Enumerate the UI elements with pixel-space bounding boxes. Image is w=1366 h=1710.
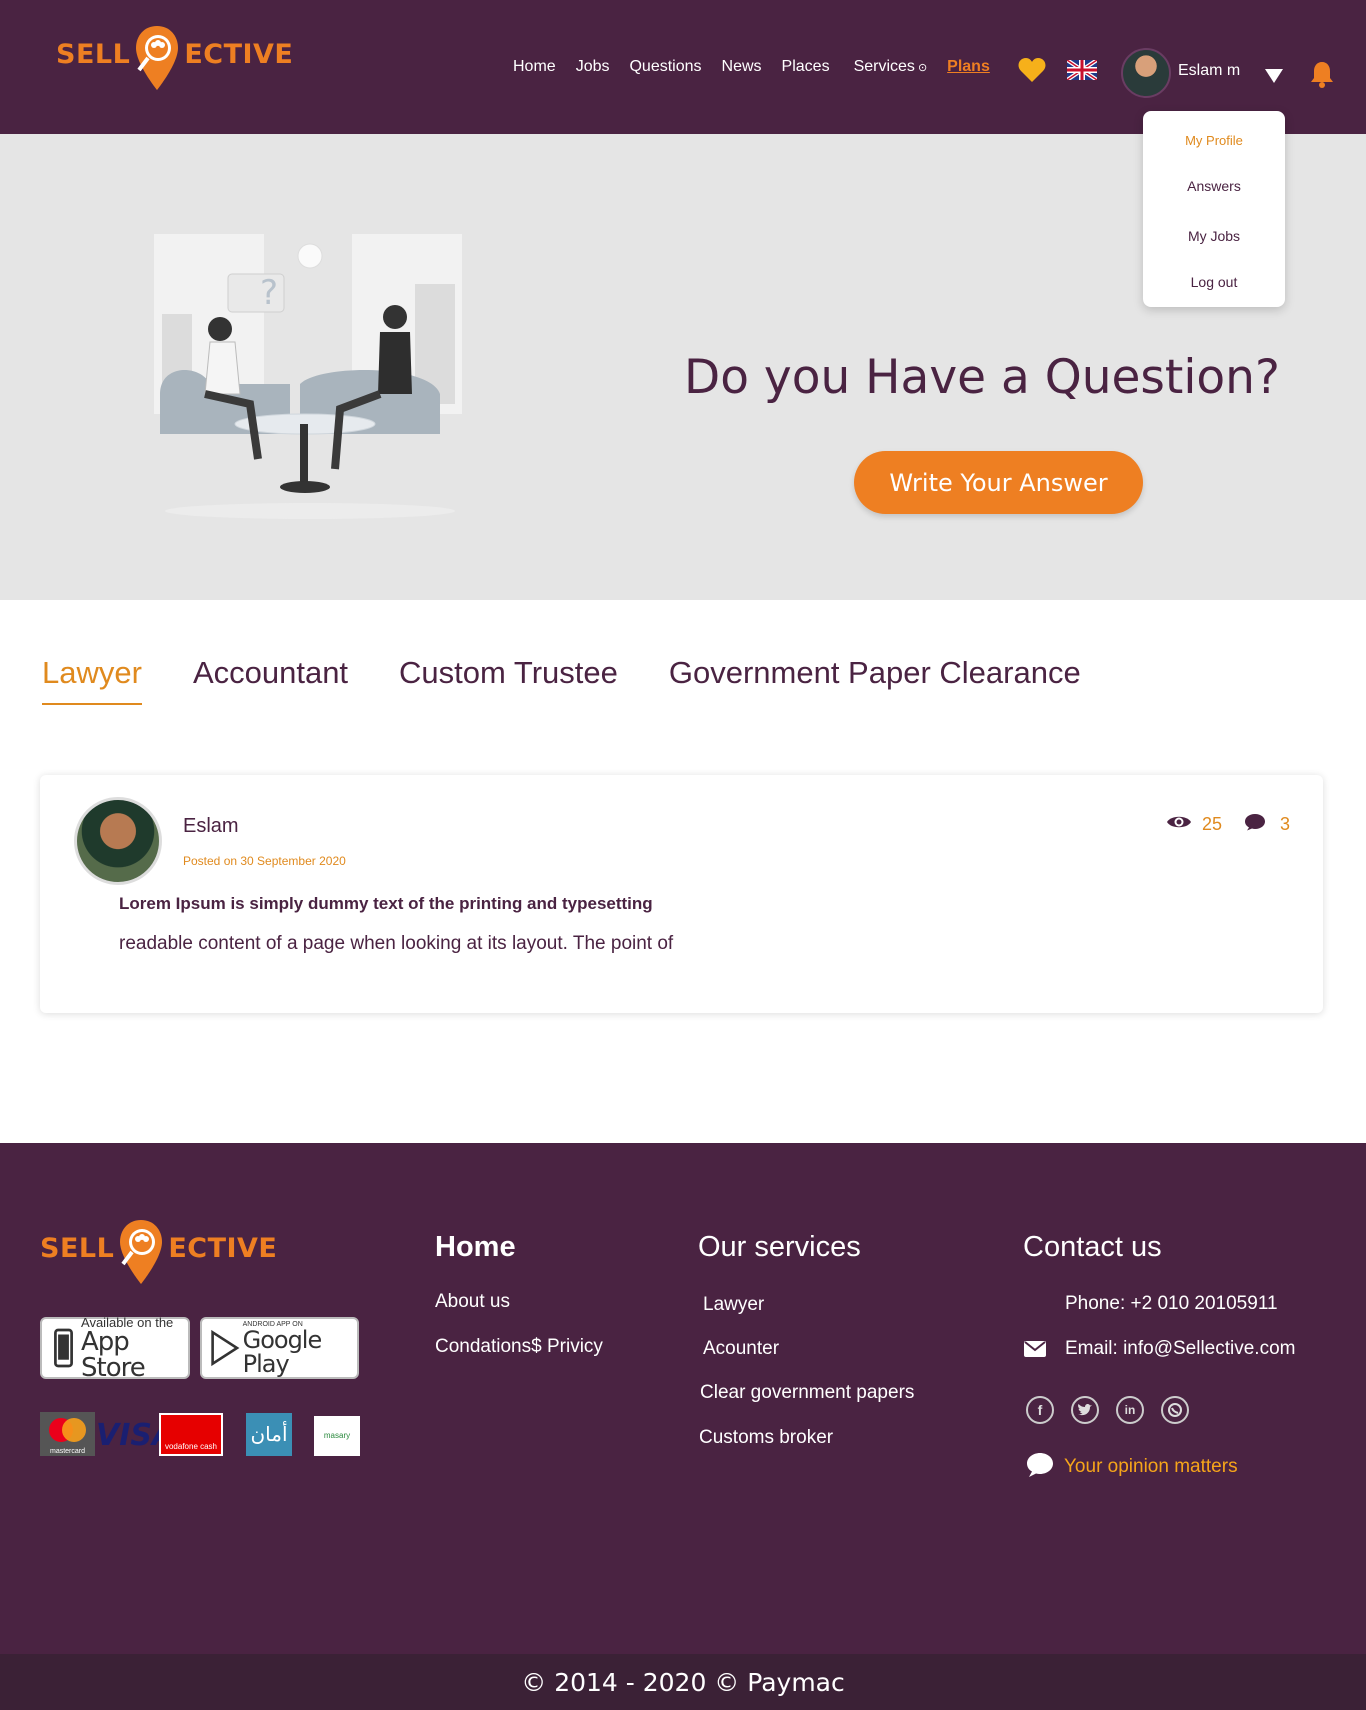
logo-pin-icon [134, 24, 180, 90]
tab-custom-trustee[interactable]: Custom Trustee [399, 655, 618, 705]
play-icon [211, 1329, 240, 1367]
main-nav: Home Jobs Questions News Places Services… [513, 58, 990, 76]
user-avatar[interactable] [1121, 48, 1171, 98]
nav-jobs[interactable]: Jobs [576, 58, 610, 76]
footer-home-title[interactable]: Home [435, 1231, 516, 1264]
google-play-badge[interactable]: ANDROID APP ON Google Play [200, 1317, 359, 1379]
menu-my-jobs[interactable]: My Jobs [1143, 228, 1285, 244]
footer-logo-pin-icon [118, 1218, 164, 1284]
services-dropdown-icon: ⊙ [917, 62, 928, 74]
brand-logo[interactable]: SELL ECTIVE [56, 24, 294, 90]
footer-logo-text-right: ECTIVE [168, 1232, 278, 1264]
footer-service-customs-broker[interactable]: Customs broker [699, 1427, 833, 1449]
menu-log-out[interactable]: Log out [1143, 274, 1285, 290]
tab-lawyer[interactable]: Lawyer [42, 655, 142, 705]
footer-about-link[interactable]: About us [435, 1291, 510, 1313]
tab-government-paper-clearance[interactable]: Government Paper Clearance [669, 655, 1081, 705]
tab-accountant[interactable]: Accountant [193, 655, 348, 705]
logo-text-left: SELL [56, 38, 131, 70]
nav-plans[interactable]: Plans [947, 58, 990, 76]
app-store-badge[interactable]: Available on the App Store [40, 1316, 190, 1383]
footer-service-acounter[interactable]: Acounter [703, 1338, 779, 1360]
post-stats: 25 3 [1166, 813, 1290, 836]
whatsapp-icon[interactable] [1161, 1396, 1189, 1424]
heart-icon[interactable] [1018, 57, 1046, 88]
user-dropdown-menu: My Profile Answers My Jobs Log out [1143, 111, 1285, 307]
nav-home[interactable]: Home [513, 58, 556, 76]
footer-logo-text-left: SELL [40, 1232, 115, 1264]
twitter-icon[interactable] [1071, 1396, 1099, 1424]
footer-contact-title: Contact us [1023, 1231, 1162, 1263]
mastercard-logo: mastercard [40, 1412, 95, 1456]
nav-services[interactable]: Services ⊙ [854, 58, 928, 76]
vodafone-cash-logo: vodafone cash [159, 1413, 223, 1456]
comment-icon[interactable] [1244, 813, 1266, 836]
nav-news[interactable]: News [722, 58, 762, 76]
logo-text-right: ECTIVE [184, 38, 294, 70]
footer-services-title: Our services [698, 1231, 861, 1263]
uk-flag-icon[interactable] [1065, 58, 1099, 85]
write-answer-button[interactable]: Write Your Answer [854, 451, 1143, 514]
author-name[interactable]: Eslam [183, 815, 239, 838]
eye-icon [1166, 813, 1192, 836]
footer-phone[interactable]: Phone: +2 010 20105911 [1065, 1293, 1278, 1315]
bell-icon[interactable] [1310, 60, 1334, 93]
nav-services-label: Services [853, 58, 915, 75]
masary-logo: masary [314, 1416, 360, 1456]
comments-count: 3 [1279, 814, 1290, 834]
author-avatar[interactable] [74, 797, 162, 885]
nav-questions[interactable]: Questions [629, 58, 701, 76]
facebook-icon[interactable]: f [1026, 1396, 1054, 1424]
menu-my-profile[interactable]: My Profile [1143, 133, 1285, 148]
caret-down-icon[interactable] [1264, 68, 1284, 89]
question-card[interactable]: Eslam Posted on 30 September 2020 25 3 L… [40, 775, 1323, 1013]
svg-text:?: ? [260, 273, 278, 313]
footer-service-clear-papers[interactable]: Clear government papers [700, 1382, 914, 1404]
footer-privacy-link[interactable]: Condations$ Privicy [435, 1336, 603, 1358]
footer-brand-logo[interactable]: SELL ECTIVE [40, 1218, 278, 1284]
mastercard-text: mastercard [49, 1448, 85, 1455]
menu-answers[interactable]: Answers [1143, 178, 1285, 194]
google-play-big: Google Play [242, 1325, 323, 1378]
consultation-illustration: ? [154, 234, 462, 519]
question-heading[interactable]: Lorem Ipsum is simply dummy text of the … [119, 894, 653, 914]
chat-bubble-icon [1026, 1452, 1054, 1483]
question-body: readable content of a page when looking … [119, 933, 674, 954]
post-date: Posted on 30 September 2020 [183, 854, 346, 868]
aman-logo: أمان [246, 1413, 292, 1456]
copyright-bar: © 2014 - 2020 © Paymac [0, 1654, 1366, 1710]
opinion-link[interactable]: Your opinion matters [1064, 1456, 1238, 1478]
envelope-icon [1024, 1341, 1046, 1362]
phone-icon [54, 1328, 73, 1368]
hero-title: Do you Have a Question? [684, 350, 1280, 405]
nav-places[interactable]: Places [782, 58, 830, 76]
footer-service-lawyer[interactable]: Lawyer [703, 1294, 764, 1316]
user-name[interactable]: Eslam m [1178, 62, 1240, 80]
footer-email[interactable]: Email: info@Sellective.com [1065, 1338, 1295, 1360]
app-store-big: App Store [81, 1326, 146, 1383]
copyright-text: © 2014 - 2020 © Paymac [521, 1667, 845, 1697]
linkedin-icon[interactable]: in [1116, 1396, 1144, 1424]
site-footer: SELL ECTIVE Available on the App Store A… [0, 1143, 1366, 1654]
category-tabs: Lawyer Accountant Custom Trustee Governm… [42, 655, 1132, 705]
views-count: 25 [1201, 814, 1222, 834]
